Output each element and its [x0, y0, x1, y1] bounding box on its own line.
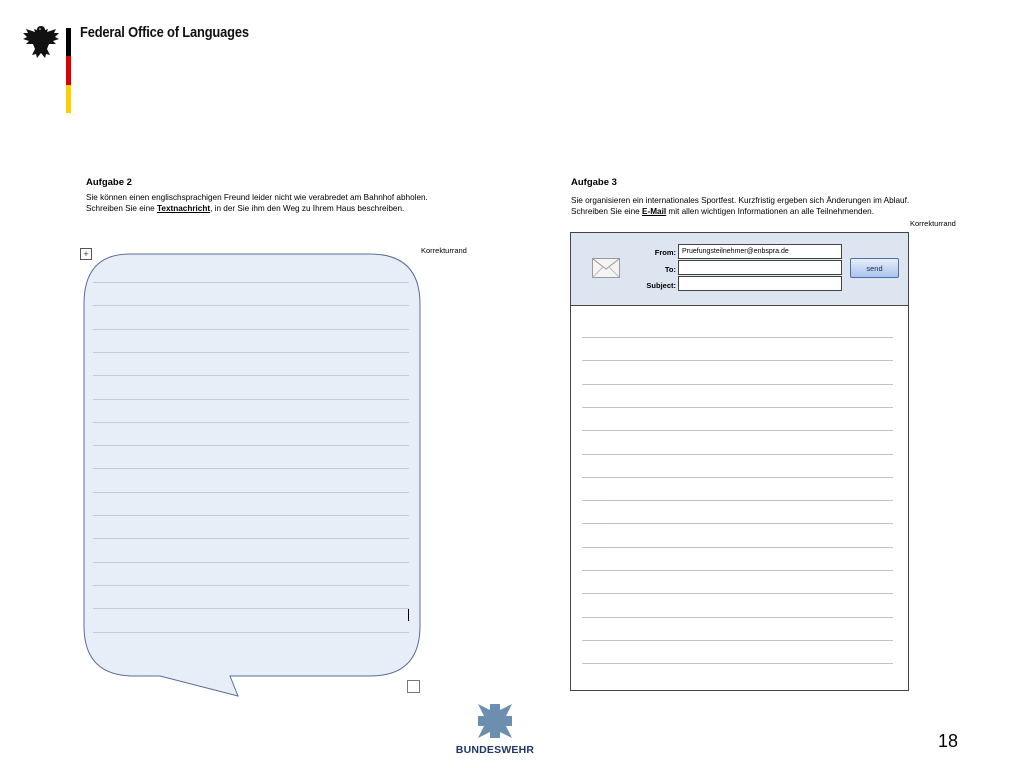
text-message-writing-lines[interactable] [93, 260, 409, 660]
to-field[interactable] [678, 260, 842, 275]
writing-line [582, 337, 893, 338]
writing-line [93, 375, 409, 377]
writing-line [582, 383, 893, 385]
task2-text-part: , in der Sie ihm den Weg zu Ihrem Haus b… [210, 204, 405, 213]
writing-line [93, 282, 409, 283]
writing-line [93, 538, 409, 540]
writing-line [582, 430, 893, 432]
writing-line [582, 570, 893, 571]
task3-instructions: Sie organisieren ein internationales Spo… [571, 195, 916, 217]
writing-line [93, 631, 409, 633]
task2-correction-margin-label: Korrekturrand [421, 246, 467, 255]
writing-line [582, 360, 893, 362]
writing-line [582, 500, 893, 502]
writing-line [93, 491, 409, 493]
page-number: 18 [938, 731, 959, 751]
task3-correction-margin-label: Korrekturrand [910, 219, 956, 228]
task2-emphasis: Textnachricht [157, 204, 211, 213]
task2-title: Aufgabe 2 [86, 177, 132, 188]
task3-emphasis: E-Mail [642, 207, 667, 216]
email-header: From: To: Subject: Pruefungsteilnehmer@e… [571, 233, 908, 306]
writing-line [93, 305, 409, 307]
writing-line [93, 398, 409, 400]
subject-field[interactable] [678, 276, 842, 291]
federal-eagle-icon [23, 26, 59, 58]
writing-line [93, 351, 409, 353]
writing-line [582, 476, 893, 478]
iron-cross-icon [478, 704, 512, 738]
text-cursor [408, 609, 409, 621]
task2-instructions: Sie können einen englischsprachigen Freu… [86, 192, 446, 214]
writing-line [93, 561, 409, 563]
writing-line [93, 608, 409, 610]
writing-line [582, 546, 893, 548]
writing-line [93, 468, 409, 470]
to-label: To: [664, 265, 676, 274]
writing-line [582, 406, 893, 408]
bundeswehr-logo-text: BUNDESWEHR [455, 744, 535, 756]
anchor-checkbox[interactable] [407, 680, 420, 693]
writing-line [93, 584, 409, 586]
send-button[interactable]: send [850, 258, 899, 278]
subject-label: Subject: [646, 281, 676, 290]
writing-line [582, 663, 893, 665]
from-label: From: [654, 248, 676, 257]
writing-line [93, 515, 409, 516]
writing-line [93, 445, 409, 447]
organization-name: Federal Office of Languages [80, 24, 249, 41]
from-field[interactable]: Pruefungsteilnehmer@enbspra.de [678, 244, 842, 259]
writing-line [93, 421, 409, 423]
writing-line [582, 523, 893, 525]
writing-line [582, 639, 893, 641]
task3-text-part: mit allen wichtigen Informationen an all… [666, 207, 874, 216]
writing-line [582, 453, 893, 455]
writing-line [582, 593, 893, 595]
german-flag-stripe [66, 28, 71, 113]
envelope-icon [592, 258, 620, 278]
writing-line [93, 328, 409, 330]
email-form: From: To: Subject: Pruefungsteilnehmer@e… [570, 232, 909, 691]
task3-title: Aufgabe 3 [571, 177, 617, 188]
email-body-writing-lines[interactable] [582, 337, 893, 687]
writing-line [582, 616, 893, 618]
